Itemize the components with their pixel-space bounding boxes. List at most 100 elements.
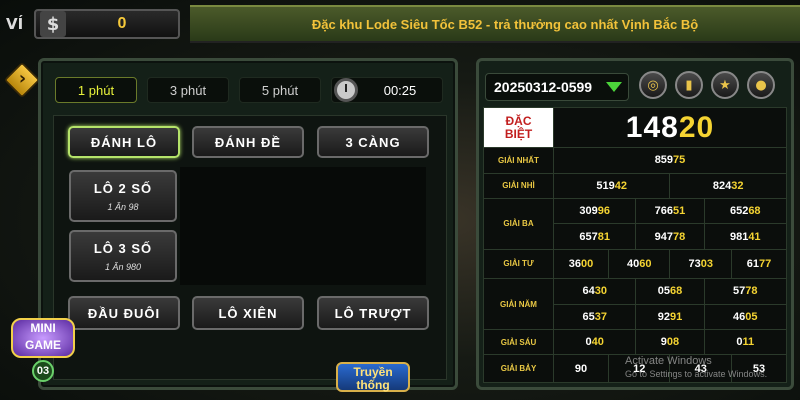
giai-bay-number: 90 bbox=[553, 354, 609, 383]
giai-nam-label: GIẢI NĂM bbox=[483, 278, 554, 331]
number-suffix: 32 bbox=[731, 179, 744, 192]
dollar-icon: $ bbox=[40, 11, 66, 37]
lo-2-so-rate: 1 Ăn 98 bbox=[107, 201, 139, 212]
number-suffix: 81 bbox=[597, 230, 611, 243]
dac-biet-suffix: 20 bbox=[678, 110, 715, 144]
dac-biet-prefix: 148 bbox=[625, 110, 679, 144]
giai-ba-number: 94778 bbox=[635, 223, 705, 250]
announcement-banner: Đặc khu Lode Siêu Tốc B52 - trả thưởng c… bbox=[190, 5, 800, 43]
dac-biet-label-line1: ĐẶC bbox=[505, 113, 532, 128]
tab-5-minutes[interactable]: 5 phút bbox=[239, 77, 321, 103]
wallet-balance: 0 bbox=[117, 15, 127, 32]
giai-tu-number: 4060 bbox=[607, 248, 671, 280]
number-suffix: 41 bbox=[748, 230, 761, 243]
wallet-balance-box: $ 0 bbox=[34, 9, 180, 39]
number-prefix: 981 bbox=[729, 230, 749, 243]
number-suffix: 68 bbox=[748, 205, 761, 218]
giai-sau-number: 040 bbox=[552, 329, 637, 356]
results-table: ĐẶC BIỆT 14820 GIẢI NHẤT 85975 GIẢI NHÌ … bbox=[483, 106, 788, 383]
globe-icon[interactable]: ◎ bbox=[639, 71, 667, 99]
mini-game-line1: MINI bbox=[30, 321, 56, 335]
clock-icon bbox=[334, 78, 358, 102]
mini-game-count: 03 bbox=[32, 360, 54, 382]
lo-3-so-label: LÔ 3 SỐ bbox=[93, 240, 153, 256]
lo-xien-button[interactable]: LÔ XIÊN bbox=[192, 296, 304, 330]
chart-icon[interactable]: ▮ bbox=[675, 71, 703, 99]
giai-tu-label: GIẢI TƯ bbox=[483, 248, 554, 280]
dau-duoi-button[interactable]: ĐẦU ĐUÔI bbox=[68, 296, 180, 330]
number-suffix: 00 bbox=[580, 257, 594, 270]
number-suffix: 75 bbox=[673, 154, 686, 167]
star-card-icon[interactable]: ★ bbox=[711, 71, 739, 99]
number-prefix: 947 bbox=[654, 230, 674, 243]
number-prefix: 92 bbox=[657, 310, 670, 323]
wallet-label: VÍ bbox=[6, 15, 24, 33]
giai-sau-label: GIẢI SÁU bbox=[483, 329, 554, 356]
giai-ba-number: 98141 bbox=[703, 223, 788, 250]
number-suffix: 37 bbox=[594, 310, 607, 323]
giai-nam-number: 6537 bbox=[552, 303, 637, 331]
number-prefix: 519 bbox=[596, 179, 615, 192]
bet-detail-area bbox=[180, 167, 426, 285]
giai-nam-number: 9291 bbox=[635, 303, 705, 331]
mini-game-button[interactable]: MINI GAME 03 bbox=[10, 318, 76, 388]
countdown-timer: 00:25 bbox=[331, 77, 443, 103]
lo-2-so-label: LÔ 2 SỐ bbox=[93, 180, 153, 196]
watermark-line2: Go to Settings to activate Windows. bbox=[625, 369, 768, 379]
number-prefix: 57 bbox=[733, 285, 746, 298]
truyen-thong-button[interactable]: Truyền thống bbox=[336, 362, 410, 392]
number-suffix: 68 bbox=[669, 285, 683, 298]
number-suffix: 11 bbox=[742, 336, 755, 349]
announcement-text: Đặc khu Lode Siêu Tốc B52 - trả thưởng c… bbox=[311, 16, 699, 32]
lo-3-so-button[interactable]: LÔ 3 SỐ 1 Ăn 980 bbox=[69, 230, 177, 282]
giai-nhi-number: 51942 bbox=[552, 172, 671, 199]
number-suffix: 78 bbox=[745, 285, 758, 298]
chat-icon[interactable]: ● bbox=[747, 71, 775, 99]
number-suffix: 96 bbox=[597, 205, 611, 218]
giai-nam-number: 6430 bbox=[552, 278, 637, 305]
giai-nam-number: 4605 bbox=[703, 303, 788, 331]
timer-value: 00:25 bbox=[383, 82, 417, 98]
session-id: 20250312-0599 bbox=[494, 79, 593, 95]
number-suffix: 42 bbox=[614, 179, 628, 192]
number-suffix: 03 bbox=[700, 257, 713, 270]
lo-3-so-rate: 1 Ăn 980 bbox=[104, 261, 142, 272]
3-cang-button[interactable]: 3 CÀNG bbox=[317, 126, 429, 158]
activate-windows-watermark: Activate Windows Go to Settings to activ… bbox=[625, 355, 767, 381]
giai-bay-label: GIẢI BẢY bbox=[483, 354, 554, 383]
tab-3-minutes[interactable]: 3 phút bbox=[147, 77, 229, 103]
giai-tu-number: 7303 bbox=[669, 248, 732, 280]
number-suffix: 77 bbox=[759, 257, 772, 270]
lo-2-so-button[interactable]: LÔ 2 SỐ 1 Ăn 98 bbox=[69, 170, 177, 222]
results-panel: 20250312-0599 ◎ ▮ ★ ● ĐẶC BIỆT 14820 GIẢ… bbox=[476, 58, 794, 390]
number-prefix: 652 bbox=[729, 205, 749, 218]
dac-biet-label: ĐẶC BIỆT bbox=[483, 106, 554, 149]
giai-ba-number: 30996 bbox=[552, 197, 637, 225]
watermark-line1: Activate Windows bbox=[625, 355, 712, 367]
lo-truot-button[interactable]: LÔ TRƯỢT bbox=[317, 296, 429, 330]
giai-nam-number: 5778 bbox=[703, 278, 788, 305]
results-toolbar: ◎ ▮ ★ ● bbox=[639, 71, 775, 99]
giai-tu-number: 6177 bbox=[731, 248, 787, 280]
number-prefix: 46 bbox=[733, 310, 746, 323]
giai-sau-number: 908 bbox=[635, 329, 705, 356]
danh-de-button[interactable]: ĐÁNH ĐỀ bbox=[192, 126, 304, 158]
giai-sau-number: 011 bbox=[703, 329, 788, 356]
session-dropdown[interactable]: 20250312-0599 bbox=[485, 73, 629, 101]
number-prefix: 824 bbox=[712, 179, 732, 192]
number-prefix: 05 bbox=[657, 285, 670, 298]
number-suffix: 91 bbox=[669, 310, 683, 323]
tab-1-minute[interactable]: 1 phút bbox=[55, 77, 137, 103]
giai-nhat-label: GIẢI NHẤT bbox=[483, 147, 554, 174]
number-suffix: 78 bbox=[673, 230, 686, 243]
danh-lo-button[interactable]: ĐÁNH LÔ bbox=[68, 126, 180, 158]
number-prefix: 766 bbox=[654, 205, 674, 218]
number-prefix: 309 bbox=[579, 205, 598, 218]
number-suffix: 08 bbox=[666, 336, 680, 349]
number-prefix: 65 bbox=[582, 310, 595, 323]
number-prefix: 859 bbox=[654, 154, 674, 167]
giai-ba-number: 65268 bbox=[703, 197, 788, 225]
chevron-right-icon: › bbox=[18, 69, 27, 90]
mini-game-line2: GAME bbox=[25, 338, 61, 352]
number-prefix: 61 bbox=[746, 257, 759, 270]
